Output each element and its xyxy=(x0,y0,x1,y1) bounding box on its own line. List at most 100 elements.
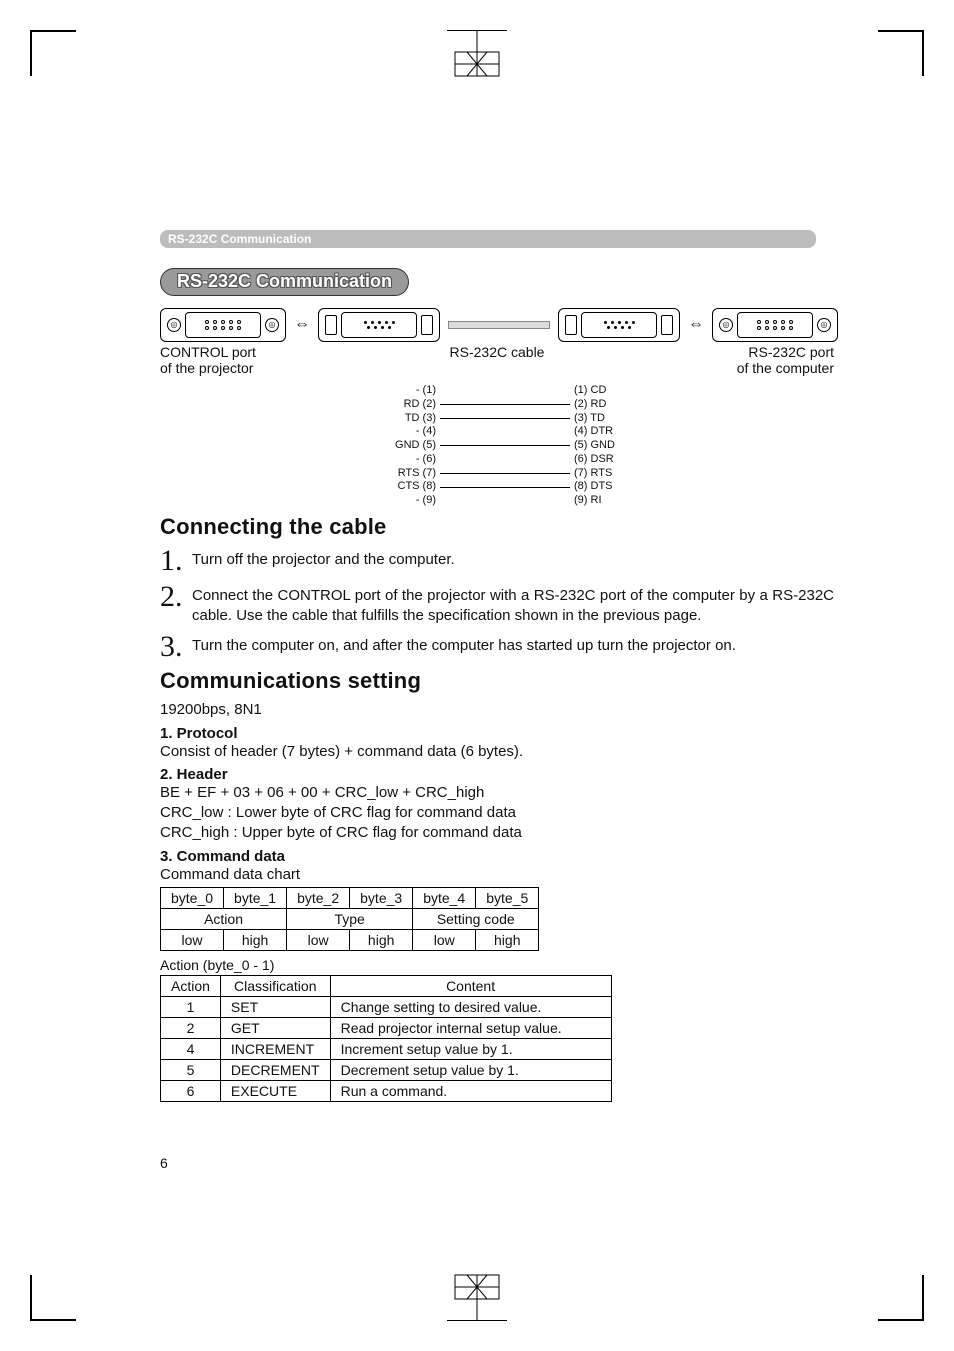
screw-icon: ◎ xyxy=(817,318,831,332)
plug-icon xyxy=(421,315,433,335)
table-cell: 1 xyxy=(161,996,221,1017)
pinout-right-label: (2) RD xyxy=(572,398,644,412)
table-header-cell: Action xyxy=(161,975,221,996)
table-cell: low xyxy=(413,929,476,950)
table-cell: byte_4 xyxy=(413,887,476,908)
table-cell: byte_1 xyxy=(224,887,287,908)
connector-projector-port: ◎ ◎ xyxy=(160,308,286,342)
table-cell: Action xyxy=(161,908,287,929)
table-cell: Change setting to desired value. xyxy=(330,996,611,1017)
table-row: 1SETChange setting to desired value. xyxy=(161,996,612,1017)
registration-mark-top xyxy=(447,30,507,80)
double-arrow-icon: ⇔ xyxy=(688,316,704,334)
table-cell: high xyxy=(476,929,539,950)
table-cell: low xyxy=(161,929,224,950)
text-header-l3: CRC_high : Upper byte of CRC flag for co… xyxy=(160,823,834,843)
table-row: 4INCREMENTIncrement setup value by 1. xyxy=(161,1038,612,1059)
table-row: 2GETRead projector internal setup value. xyxy=(161,1017,612,1038)
pinout-left-label: TD (3) xyxy=(380,412,438,426)
pinout-row: RD (2) (2) RD xyxy=(380,398,834,412)
step-number: 3. xyxy=(160,632,186,662)
heading-comm-setting: Communications setting xyxy=(160,668,834,694)
heading-connecting-cable: Connecting the cable xyxy=(160,514,834,540)
table-row: 5DECREMENTDecrement setup value by 1. xyxy=(161,1059,612,1080)
step-text: Turn off the projector and the computer. xyxy=(192,550,455,570)
connector-cable-left xyxy=(318,308,440,342)
pinout-no-wire xyxy=(440,459,570,460)
label-computer-port-l1: RS-232C port xyxy=(674,344,834,360)
table-cell: 6 xyxy=(161,1080,221,1101)
table-cell: Run a command. xyxy=(330,1080,611,1101)
pinout-no-wire xyxy=(440,432,570,433)
table-command-data-chart: byte_0byte_1byte_2byte_3byte_4byte_5 Acti… xyxy=(160,887,539,951)
pinout-right-label: (4) DTR xyxy=(572,425,644,439)
label-projector-port-l1: CONTROL port xyxy=(160,344,320,360)
step-number: 2. xyxy=(160,582,186,612)
connector-computer-port: ◎ ◎ xyxy=(712,308,838,342)
pinout-right-label: (5) GND xyxy=(572,439,644,453)
pinout-no-wire xyxy=(440,390,570,391)
pinout-wire xyxy=(440,473,570,474)
table-cell: low xyxy=(287,929,350,950)
pinout-right-label: (6) DSR xyxy=(572,453,644,467)
db9-male-icon xyxy=(341,312,417,338)
page: RS-232C Communication RS-232C Communicat… xyxy=(0,0,954,1351)
page-number: 6 xyxy=(160,1155,168,1171)
db9-female-icon xyxy=(185,312,261,338)
subhead-header: 2. Header xyxy=(160,766,834,783)
subhead-command-data: 3. Command data xyxy=(160,848,834,865)
table-header-cell: Classification xyxy=(220,975,330,996)
label-projector-port-l2: of the projector xyxy=(160,360,320,376)
caption-action-bytes: Action (byte_0 - 1) xyxy=(160,957,834,973)
table-cell: Increment setup value by 1. xyxy=(330,1038,611,1059)
pinout-right-label: (7) RTS xyxy=(572,467,644,481)
table-action-codes: ActionClassificationContent1SETChange se… xyxy=(160,975,612,1102)
connector-labels: CONTROL port of the projector RS-232C ca… xyxy=(160,344,834,376)
section-pill-title: RS-232C Communication xyxy=(160,268,409,296)
pinout-row: - (4) (4) DTR xyxy=(380,425,834,439)
connector-diagram: ◎ ◎ ⇔ xyxy=(160,308,834,342)
table-cell: DECREMENT xyxy=(220,1059,330,1080)
step-item: 1. Turn off the projector and the compute… xyxy=(160,546,834,576)
header-bar: RS-232C Communication xyxy=(160,230,816,248)
pinout-wire xyxy=(440,418,570,419)
table-cell: byte_3 xyxy=(350,887,413,908)
text-protocol: Consist of header (7 bytes) + command da… xyxy=(160,742,834,762)
table-cell: byte_0 xyxy=(161,887,224,908)
crop-mark-top-right xyxy=(878,30,924,76)
table-row: 6EXECUTERun a command. xyxy=(161,1080,612,1101)
pinout-wire xyxy=(440,445,570,446)
pinout-diagram: - (1)(1) CDRD (2)(2) RDTD (3)(3) TD- (4)… xyxy=(380,384,834,508)
pinout-left-label: - (4) xyxy=(380,425,438,439)
subhead-protocol: 1. Protocol xyxy=(160,725,834,742)
db9-male-icon xyxy=(581,312,657,338)
pinout-left-label: RD (2) xyxy=(380,398,438,412)
pinout-row: TD (3) (3) TD xyxy=(380,412,834,426)
content-area: RS-232C Communication RS-232C Communicat… xyxy=(160,230,834,1102)
pinout-row: - (9)(9) RI xyxy=(380,494,834,508)
crop-mark-bottom-right xyxy=(878,1275,924,1321)
table-cell: byte_5 xyxy=(476,887,539,908)
label-cable: RS-232C cable xyxy=(320,344,674,376)
plug-icon xyxy=(661,315,673,335)
pinout-row: CTS (8)(8) DTS xyxy=(380,480,834,494)
table-cell: byte_2 xyxy=(287,887,350,908)
pinout-no-wire xyxy=(440,500,570,501)
pinout-wire xyxy=(440,487,570,488)
table-header-cell: Content xyxy=(330,975,611,996)
comm-baud: 19200bps, 8N1 xyxy=(160,700,834,720)
db9-female-icon xyxy=(737,312,813,338)
pinout-right-label: (3) TD xyxy=(572,412,644,426)
table-cell: EXECUTE xyxy=(220,1080,330,1101)
caption-command-data-chart: Command data chart xyxy=(160,865,834,885)
pinout-left-label: - (9) xyxy=(380,494,438,508)
pinout-right-label: (1) CD xyxy=(572,384,644,398)
screw-icon: ◎ xyxy=(167,318,181,332)
pinout-left-label: RTS (7) xyxy=(380,467,438,481)
cable-line xyxy=(448,321,550,329)
plug-icon xyxy=(565,315,577,335)
table-cell: high xyxy=(350,929,413,950)
step-number: 1. xyxy=(160,546,186,576)
pinout-left-label: - (1) xyxy=(380,384,438,398)
step-item: 2.Connect the CONTROL port of the projec… xyxy=(160,582,834,627)
